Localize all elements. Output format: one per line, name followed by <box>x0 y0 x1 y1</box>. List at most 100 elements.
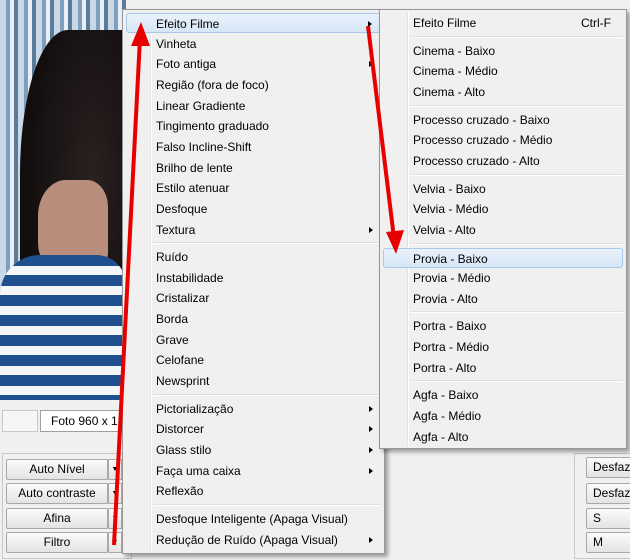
menu-item-portra-medio[interactable]: Portra - Médio <box>383 337 623 357</box>
menu-item-label: Tingimento graduado <box>156 119 269 134</box>
menu-item-provia-baixo[interactable]: Provia - Baixo <box>383 247 623 268</box>
menu-item-provia-medio[interactable]: Provia - Médio <box>383 268 623 288</box>
menu-item-tingimento-graduado[interactable]: Tingimento graduado <box>126 116 381 136</box>
submenu-arrow-icon <box>369 405 373 412</box>
menu-item-desfoque-inteligente-apaga-visual[interactable]: Desfoque Inteligente (Apaga Visual) <box>126 509 381 529</box>
menu-item-label: Cinema - Alto <box>413 84 486 99</box>
auto-contrast-button[interactable]: Auto contraste <box>6 483 108 504</box>
menu-separator <box>153 242 381 245</box>
menu-item-label: Desfoque <box>156 201 208 216</box>
menu-item-linear-gradiente[interactable]: Linear Gradiente <box>126 96 381 116</box>
menu-item-cinema-alto[interactable]: Cinema - Alto <box>383 82 623 102</box>
menu-item-label: Velvia - Alto <box>413 222 476 237</box>
menu-item-estilo-atenuar[interactable]: Estilo atenuar <box>126 178 381 198</box>
menu-item-agfa-alto[interactable]: Agfa - Alto <box>383 427 623 447</box>
menu-item-label: Faça uma caixa <box>156 463 241 478</box>
menu-item-processo-cruzado-alto[interactable]: Processo cruzado - Alto <box>383 151 623 171</box>
more-button[interactable]: M <box>586 532 630 553</box>
shortcut-label: Ctrl-F <box>581 16 611 30</box>
menu-item-distorcer[interactable]: Distorcer <box>126 419 381 439</box>
menu-item-portra-alto[interactable]: Portra - Alto <box>383 358 623 378</box>
submenu-arrow-icon <box>369 226 373 233</box>
menu-item-cinema-medio[interactable]: Cinema - Médio <box>383 61 623 81</box>
menu-item-foto-antiga[interactable]: Foto antiga <box>126 54 381 74</box>
menu-item-grave[interactable]: Grave <box>126 330 381 350</box>
menu-item-brilho-de-lente[interactable]: Brilho de lente <box>126 158 381 178</box>
menu-item-label: Cinema - Médio <box>413 64 498 79</box>
menu-item-falso-incline-shift[interactable]: Falso Incline-Shift <box>126 137 381 157</box>
menu-item-borda[interactable]: Borda <box>126 309 381 329</box>
menu-item-label: Linear Gradiente <box>156 98 246 113</box>
menu-separator <box>410 242 623 245</box>
menu-item-velvia-medio[interactable]: Velvia - Médio <box>383 199 623 219</box>
menu-item-agfa-baixo[interactable]: Agfa - Baixo <box>383 385 623 405</box>
menu-item-label: Textura <box>156 222 196 237</box>
menu-item-label: Efeito Filme <box>156 17 220 31</box>
photo-info-label: Foto 960 x 1 <box>40 410 130 432</box>
sharpen-dropdown[interactable]: ▼ <box>108 508 122 529</box>
menu-item-efeito-filme[interactable]: Efeito Filme <box>126 13 381 33</box>
redo-button[interactable]: Desfaz <box>586 483 630 504</box>
menu-item-newsprint[interactable]: Newsprint <box>126 371 381 391</box>
menu-item-label: Estilo atenuar <box>156 181 230 196</box>
submenu-arrow-icon <box>369 61 373 68</box>
menu-item-processo-cruzado-medio[interactable]: Processo cruzado - Médio <box>383 130 623 150</box>
menu-item-label: Agfa - Baixo <box>413 388 479 403</box>
menu-item-label: Cinema - Baixo <box>413 43 496 58</box>
menu-item-label: Vinheta <box>156 36 197 51</box>
auto-level-dropdown[interactable]: ▼ <box>108 459 122 480</box>
menu-item-velvia-baixo[interactable]: Velvia - Baixo <box>383 179 623 199</box>
menu-item-cristalizar[interactable]: Cristalizar <box>126 288 381 308</box>
menu-item-instabilidade[interactable]: Instabilidade <box>126 268 381 288</box>
menu-item-pictorializacao[interactable]: Pictorialização <box>126 399 381 419</box>
filter-menu: Efeito Filme Vinheta Foto antiga Região (fo… <box>122 9 385 554</box>
filter-dropdown[interactable]: ▼ <box>108 532 122 553</box>
menu-item-label: Portra - Médio <box>413 340 490 355</box>
menu-item-label: Foto antiga <box>156 57 217 72</box>
menu-item-faca-uma-caixa[interactable]: Faça uma caixa <box>126 461 381 481</box>
menu-item-reflexao[interactable]: Reflexão <box>126 481 381 501</box>
menu-item-agfa-medio[interactable]: Agfa - Médio <box>383 406 623 426</box>
menu-item-label: Portra - Alto <box>413 360 477 375</box>
menu-item-processo-cruzado-baixo[interactable]: Processo cruzado - Baixo <box>383 110 623 130</box>
sharpen-button[interactable]: Afina <box>6 508 108 529</box>
status-cell <box>2 410 38 432</box>
menu-item-vinheta[interactable]: Vinheta <box>126 34 381 54</box>
submenu-arrow-icon <box>369 536 373 543</box>
menu-item-label: Pictorialização <box>156 401 234 416</box>
submenu-arrow-icon <box>368 21 372 27</box>
menu-item-reducao-de-ruido-apaga-visual[interactable]: Redução de Ruído (Apaga Visual) <box>126 530 381 550</box>
menu-separator <box>153 503 381 506</box>
menu-item-regiao-fora-de-foco[interactable]: Região (fora de foco) <box>126 75 381 95</box>
menu-item-label: Velvia - Baixo <box>413 181 486 196</box>
menu-separator <box>410 311 623 314</box>
save-button[interactable]: S <box>586 508 630 529</box>
menu-item-label: Região (fora de foco) <box>156 77 269 92</box>
menu-item-label: Glass stilo <box>156 443 212 457</box>
menu-item-label: Grave <box>156 332 189 347</box>
menu-item-cinema-baixo[interactable]: Cinema - Baixo <box>383 41 623 61</box>
menu-item-ruido[interactable]: Ruído <box>126 247 381 267</box>
menu-separator <box>153 393 381 396</box>
menu-item-label: Processo cruzado - Baixo <box>413 112 550 127</box>
submenu-arrow-icon <box>369 447 373 453</box>
menu-item-glass-stilo[interactable]: Glass stilo <box>126 440 381 460</box>
filter-button[interactable]: Filtro <box>6 532 108 553</box>
menu-item-portra-baixo[interactable]: Portra - Baixo <box>383 316 623 336</box>
undo-button[interactable]: Desfaze <box>586 457 630 478</box>
menu-item-celofane[interactable]: Celofane <box>126 350 381 370</box>
menu-item-provia-alto[interactable]: Provia - Alto <box>383 289 623 309</box>
menu-item-label: Cristalizar <box>156 291 210 306</box>
photo-preview <box>0 0 126 400</box>
menu-item-label: Efeito Filme <box>413 16 477 30</box>
menu-item-efeito-filme[interactable]: Efeito Filme Ctrl-F <box>383 13 623 33</box>
submenu-arrow-icon <box>369 467 373 474</box>
auto-level-button[interactable]: Auto Nível <box>6 459 108 480</box>
auto-contrast-dropdown[interactable]: ▼ <box>108 483 122 504</box>
menu-item-label: Desfoque Inteligente (Apaga Visual) <box>156 511 348 526</box>
menu-item-desfoque[interactable]: Desfoque <box>126 199 381 219</box>
menu-item-label: Provia - Alto <box>413 291 478 306</box>
menu-item-label: Celofane <box>156 353 205 368</box>
menu-item-textura[interactable]: Textura <box>126 220 381 240</box>
menu-item-velvia-alto[interactable]: Velvia - Alto <box>383 220 623 240</box>
